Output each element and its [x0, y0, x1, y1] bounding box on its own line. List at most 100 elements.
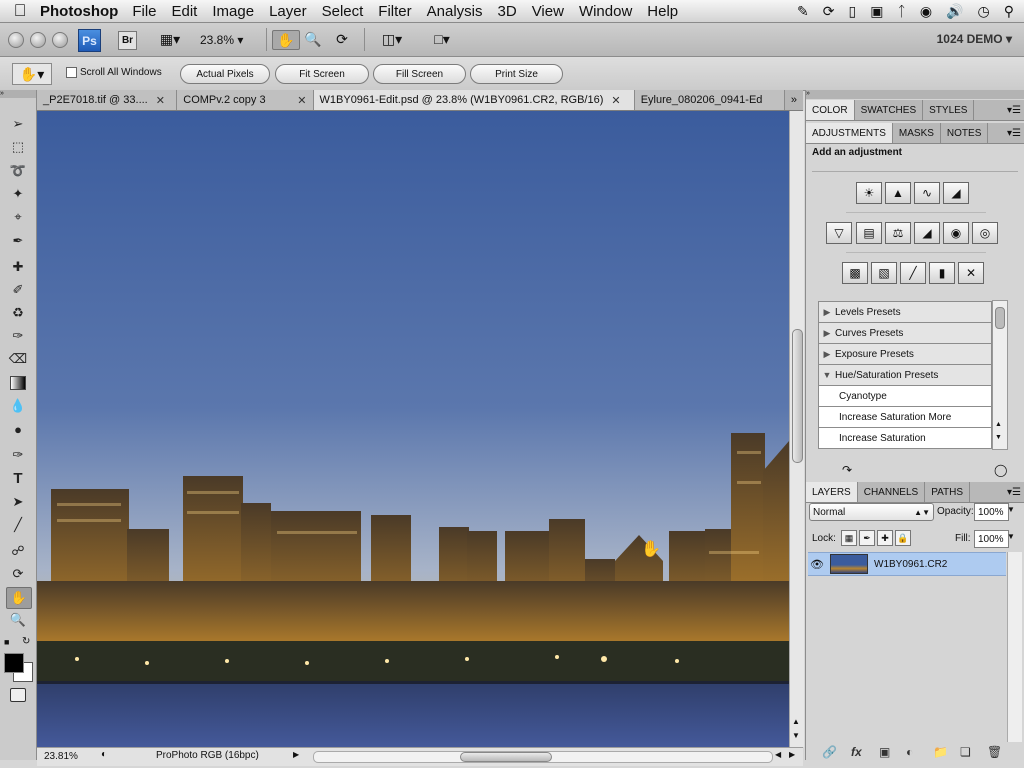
lasso-tool-icon[interactable]: ➰ [6, 161, 30, 181]
print-size-button[interactable]: Print Size [470, 64, 563, 84]
curves-icon[interactable]: ∿ [914, 182, 940, 204]
close-tab-icon[interactable]: ✕ [297, 94, 306, 107]
menu-image[interactable]: Image [212, 3, 254, 20]
menu-analysis[interactable]: Analysis [427, 3, 483, 20]
scroll-right-icon[interactable]: ▶ [789, 750, 795, 759]
opacity-slider-arrow-icon[interactable]: ▼ [1007, 505, 1015, 514]
menu-view[interactable]: View [532, 3, 564, 20]
type-tool-icon[interactable]: T [6, 468, 30, 488]
status-menu-arrow-icon[interactable]: ▶ [293, 750, 299, 759]
3d-orbit-tool-icon[interactable]: ⟳ [6, 564, 30, 584]
status-info-icon[interactable]: ◐ [101, 749, 107, 760]
blur-tool-icon[interactable]: 💧 [6, 396, 30, 416]
new-layer-icon[interactable]: ❏ [960, 745, 971, 759]
scroll-up-icon[interactable]: ▲ [792, 717, 800, 726]
layers-scrollbar[interactable] [1007, 552, 1022, 742]
layer-visibility-eye-icon[interactable]: 👁 [808, 558, 826, 571]
workspace-switcher[interactable]: 1024 DEMO ▾ [937, 32, 1012, 46]
gradient-map-icon[interactable]: ▮ [929, 262, 955, 284]
marquee-tool-icon[interactable]: ⬚ [6, 137, 30, 157]
link-layers-icon[interactable]: 🔗 [822, 745, 837, 759]
doc-tab-w1by0961-edit[interactable]: W1BY0961-Edit.psd @ 23.8% (W1BY0961.CR2,… [313, 90, 635, 110]
photo-filter-icon[interactable]: ◉ [943, 222, 969, 244]
tab-swatches[interactable]: SWATCHES [855, 100, 924, 120]
scroll-all-windows-checkbox[interactable] [66, 67, 77, 78]
crop-tool-icon[interactable]: ⌖ [6, 207, 30, 227]
healing-brush-tool-icon[interactable]: ✚ [6, 257, 30, 277]
history-brush-tool-icon[interactable]: ✑ [6, 326, 30, 346]
panel-menu-icon[interactable]: ▾☰ [1007, 100, 1024, 120]
opacity-field[interactable]: 100% [974, 503, 1009, 521]
invert-icon[interactable]: ▩ [842, 262, 868, 284]
fill-slider-arrow-icon[interactable]: ▼ [1007, 532, 1015, 541]
selective-color-icon[interactable]: ✕ [958, 262, 984, 284]
clone-stamp-tool-icon[interactable]: ♻ [6, 303, 30, 323]
tool-preset-picker[interactable]: ✋▾ [12, 63, 52, 85]
wifi-icon[interactable]: ◉ [920, 3, 932, 20]
clock-icon[interactable]: ◷ [978, 3, 990, 20]
actual-pixels-button[interactable]: Actual Pixels [180, 64, 270, 84]
swap-colors-icon[interactable]: ↻ [22, 636, 30, 647]
zoom-tool-icon[interactable]: 🔍 [303, 30, 323, 48]
lock-image-pixels-icon[interactable]: ✒ [859, 530, 875, 546]
view-extras-button[interactable]: ▦▾ [152, 30, 188, 48]
add-layer-mask-icon[interactable]: ▣ [879, 745, 890, 759]
panel-dock-collapse-icon[interactable]: » [806, 90, 1024, 99]
zoom-level-dropdown[interactable]: 23.8% ▾ [200, 33, 243, 47]
layer-row-selected[interactable]: 👁 W1BY0961.CR2 [808, 552, 1006, 576]
doc-tab-compv2[interactable]: COMPv.2 copy 3 ✕ [177, 90, 314, 110]
tab-layers[interactable]: LAYERS [806, 482, 858, 502]
launch-bridge-button[interactable]: Br [118, 31, 137, 50]
preset-hue-saturation[interactable]: ▼ Hue/Saturation Presets [818, 364, 992, 386]
apple-icon[interactable]:  [0, 1, 40, 21]
default-colors-icon[interactable]: ■ [4, 637, 9, 647]
horizontal-scrollbar[interactable] [313, 751, 773, 763]
preset-levels[interactable]: ▶ Levels Presets [818, 301, 992, 323]
gradient-tool-icon[interactable] [6, 373, 30, 393]
eraser-tool-icon[interactable]: ⌫ [6, 349, 30, 369]
preset-increase-saturation[interactable]: Increase Saturation [818, 427, 992, 449]
arrange-documents-button[interactable]: ◫▾ [374, 30, 410, 48]
tools-panel-collapse-icon[interactable]: » [0, 90, 36, 98]
clip-to-layer-icon[interactable]: ◯ [994, 463, 1007, 477]
close-tab-icon[interactable]: ✕ [611, 94, 620, 107]
preset-increase-saturation-more[interactable]: Increase Saturation More [818, 406, 992, 428]
document-canvas[interactable]: ✋ [37, 111, 789, 747]
menu-help[interactable]: Help [647, 3, 678, 20]
vertical-scroll-thumb[interactable] [792, 329, 803, 463]
brightness-contrast-icon[interactable]: ☀ [856, 182, 882, 204]
quick-mask-icon[interactable] [6, 685, 30, 705]
menu-edit[interactable]: Edit [172, 3, 198, 20]
eyedropper-tool-icon[interactable]: ✒ [6, 231, 30, 251]
hue-saturation-icon[interactable]: ▤ [856, 222, 882, 244]
close-tab-icon[interactable]: ✕ [156, 94, 165, 107]
menu-file[interactable]: File [132, 3, 156, 20]
tab-color[interactable]: COLOR [806, 100, 855, 120]
fill-screen-button[interactable]: Fill Screen [373, 64, 466, 84]
presets-scroll-thumb[interactable] [995, 307, 1005, 329]
lock-transparent-pixels-icon[interactable]: ▦ [841, 530, 857, 546]
threshold-icon[interactable]: ╱ [900, 262, 926, 284]
new-adjustment-layer-icon[interactable]: ◐ [906, 745, 913, 759]
preset-exposure[interactable]: ▶ Exposure Presets [818, 343, 992, 365]
scroll-up-icon[interactable]: ▲ [995, 421, 1002, 428]
exposure-icon[interactable]: ◢ [943, 182, 969, 204]
scroll-down-icon[interactable]: ▼ [792, 731, 800, 740]
display-icon[interactable]: ▣ [870, 3, 883, 20]
black-white-icon[interactable]: ◢ [914, 222, 940, 244]
lock-all-icon[interactable]: 🔒 [895, 530, 911, 546]
menu-filter[interactable]: Filter [378, 3, 411, 20]
zoom-window-button[interactable] [52, 32, 68, 48]
blend-mode-dropdown[interactable]: Normal ▲▼ [809, 503, 934, 521]
fit-screen-button[interactable]: Fit Screen [275, 64, 369, 84]
bluetooth-icon[interactable]: ᛏ [897, 3, 905, 19]
hand-tool-icon[interactable]: ✋ [272, 30, 300, 50]
rotate-view-tool-icon[interactable]: ⟳ [330, 30, 354, 48]
new-group-icon[interactable]: 📁 [933, 745, 948, 759]
hand-tool-icon[interactable]: ✋ [6, 587, 32, 609]
line-tool-icon[interactable]: ╱ [6, 515, 30, 535]
tab-channels[interactable]: CHANNELS [858, 482, 926, 502]
tab-paths[interactable]: PATHS [925, 482, 971, 502]
vibrance-icon[interactable]: ▽ [826, 222, 852, 244]
channel-mixer-icon[interactable]: ◎ [972, 222, 998, 244]
